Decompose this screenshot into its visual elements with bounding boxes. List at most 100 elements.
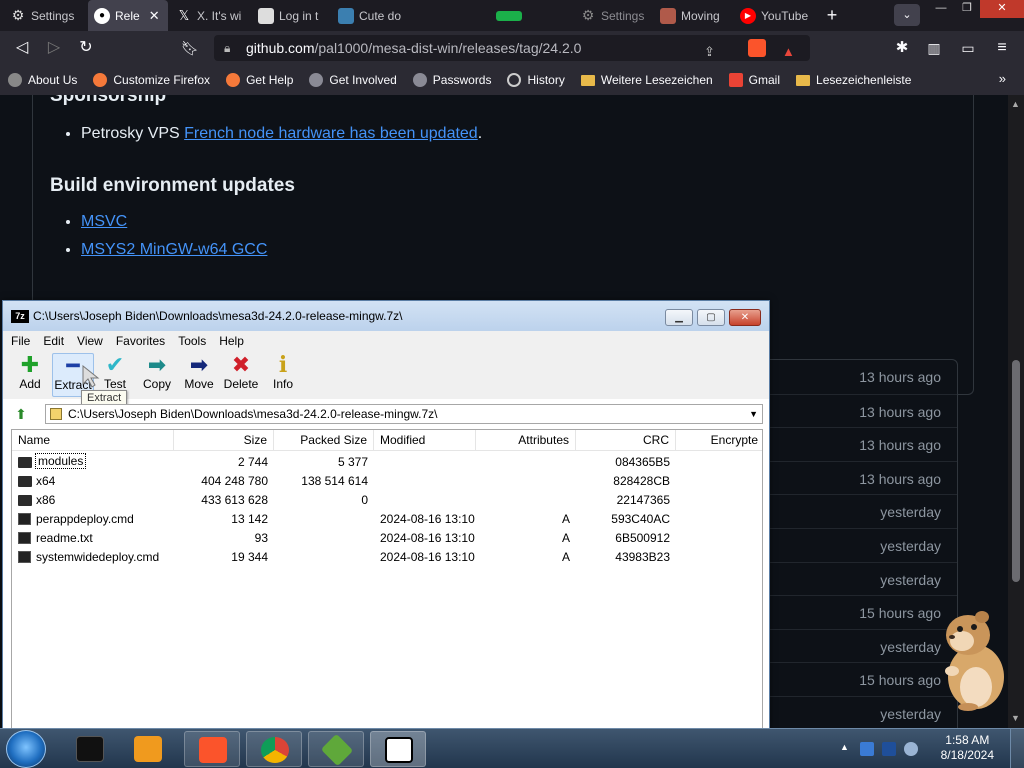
bookmark-about-us[interactable]: About Us — [8, 73, 77, 87]
file-row[interactable]: readme.txt 93 2024-08-16 13:10 A 6B50091… — [12, 529, 762, 548]
scroll-down-icon[interactable]: ▼ — [1011, 713, 1020, 723]
brave-rewards-icon[interactable]: ▲ — [782, 39, 795, 65]
menu-tools[interactable]: Tools — [178, 334, 206, 348]
menu-favorites[interactable]: Favorites — [116, 334, 165, 348]
maximize-button[interactable]: ▢ — [697, 309, 725, 326]
list-all-tabs-button[interactable]: ⌄ — [894, 4, 920, 26]
taskbar-app-minecraft[interactable] — [308, 731, 364, 767]
column-encrypted[interactable]: Encrypte — [676, 430, 762, 450]
menu-icon[interactable]: ≡ — [990, 36, 1014, 60]
taskbar-app-media-player[interactable] — [120, 731, 176, 767]
sponsor-link[interactable]: French node hardware has been updated — [184, 125, 478, 142]
tab-settings[interactable]: ⚙ Settings — [4, 0, 86, 31]
action-center-icon[interactable] — [882, 742, 896, 756]
show-hidden-icons-icon[interactable]: ▲ — [840, 742, 854, 756]
bookmark-get-involved[interactable]: Get Involved — [309, 73, 397, 87]
column-size[interactable]: Size — [174, 430, 274, 450]
wallet-icon[interactable]: ▭ — [956, 36, 980, 60]
menu-help[interactable]: Help — [219, 334, 244, 348]
brave-shield-icon[interactable] — [748, 39, 766, 57]
file-row[interactable]: x64 404 248 780 138 514 614 828428CB — [12, 472, 762, 491]
msvc-link[interactable]: MSVC — [81, 213, 127, 230]
taskbar-app-chrome[interactable] — [246, 731, 302, 767]
reload-button[interactable]: ↻ — [74, 36, 98, 60]
chevron-down-icon[interactable]: ▼ — [749, 405, 758, 423]
folder-icon — [18, 457, 32, 468]
bookmark-lesezeichenleiste[interactable]: Lesezeichenleiste — [796, 73, 911, 87]
file-row[interactable]: perappdeploy.cmd 13 142 2024-08-16 13:10… — [12, 510, 762, 529]
minimize-button[interactable]: ▁ — [665, 309, 693, 326]
clock[interactable]: 1:58 AM 8/18/2024 — [941, 733, 994, 763]
url-host: github.com — [246, 40, 315, 56]
delete-button[interactable]: ✖ Delete — [220, 353, 262, 397]
column-name[interactable]: Name — [12, 430, 174, 450]
msys2-link[interactable]: MSYS2 MinGW-w64 GCC — [81, 241, 267, 258]
tab-loading[interactable] — [490, 0, 550, 31]
page-scrollbar[interactable]: ▲ ▼ — [1008, 95, 1024, 728]
info-button[interactable]: i Info — [262, 353, 304, 397]
taskbar-app-explorer[interactable] — [62, 731, 118, 767]
add-button[interactable]: ✚ Add — [9, 353, 51, 397]
tab-x[interactable]: 𝕏 X. It's wi — [170, 0, 250, 31]
file-row[interactable]: x86 433 613 628 0 22147365 — [12, 491, 762, 510]
asset-timestamp: 15 hours ago — [859, 672, 941, 689]
sidebar-icon[interactable]: ▥ — [922, 36, 946, 60]
menu-edit[interactable]: Edit — [43, 334, 64, 348]
network-icon[interactable] — [860, 742, 874, 756]
path-field[interactable]: C:\Users\Joseph Biden\Downloads\mesa3d-2… — [45, 404, 763, 424]
more-bookmarks-icon[interactable]: » — [999, 71, 1006, 86]
close-window-icon[interactable]: ✕ — [980, 0, 1024, 18]
7zip-icon — [385, 737, 413, 763]
restore-icon[interactable]: ❐ — [954, 0, 980, 18]
extensions-icon[interactable]: ✱ — [890, 36, 914, 60]
bookmark-weitere-lesezeichen[interactable]: Weitere Lesezeichen — [580, 73, 713, 87]
bookmark-gmail[interactable]: Gmail — [728, 73, 780, 87]
new-tab-button[interactable]: + — [820, 4, 844, 26]
bookmark-passwords[interactable]: Passwords — [412, 73, 491, 87]
window-title-bar[interactable]: 7z C:\Users\Joseph Biden\Downloads\mesa3… — [3, 301, 769, 331]
move-icon: ➡ — [189, 352, 209, 377]
copy-button[interactable]: ➡ Copy — [136, 353, 178, 397]
file-size: 19 344 — [231, 550, 268, 564]
column-modified[interactable]: Modified — [374, 430, 476, 450]
tab-label: Settings — [31, 8, 75, 23]
taskbar-app-7zip[interactable] — [370, 731, 426, 767]
tab-settings-2[interactable]: ⚙ Settings — [574, 0, 650, 31]
forward-button[interactable]: ▷ — [42, 36, 66, 60]
column-attributes[interactable]: Attributes — [476, 430, 576, 450]
tab-cute-do[interactable]: Cute do — [332, 0, 412, 31]
tab-youtube[interactable]: ▶ YouTube — [734, 0, 816, 31]
menu-file[interactable]: File — [11, 334, 30, 348]
volume-icon[interactable] — [904, 742, 918, 756]
folder-up-icon[interactable]: ⬆ — [11, 405, 31, 423]
close-button[interactable]: ✕ — [729, 309, 761, 326]
back-button[interactable]: ◁ — [10, 36, 34, 60]
explorer-icon — [76, 736, 104, 762]
url-bar[interactable]: 🔒︎ github.com/pal1000/mesa-dist-win/rele… — [214, 35, 810, 61]
login-icon — [258, 7, 274, 24]
asset-timestamp: 13 hours ago — [859, 470, 941, 487]
file-row[interactable]: systemwidedeploy.cmd 19 344 2024-08-16 1… — [12, 548, 762, 567]
minimize-icon[interactable]: — — [928, 0, 954, 18]
file-row[interactable]: modules 2 744 5 377 084365B5 — [12, 453, 762, 472]
tab-moving[interactable]: Moving — [654, 0, 730, 31]
bookmark-label: Lesezeichenleiste — [816, 73, 912, 87]
taskbar-app-brave[interactable] — [184, 731, 240, 767]
column-packed-size[interactable]: Packed Size — [274, 430, 374, 450]
scroll-thumb[interactable] — [1012, 360, 1020, 582]
tab-github-release[interactable]: ● Rele ✕ — [88, 0, 168, 31]
close-tab-icon[interactable]: ✕ — [149, 8, 160, 24]
bookmark-customize-firefox[interactable]: Customize Firefox — [93, 73, 210, 87]
menu-view[interactable]: View — [77, 334, 103, 348]
tab-login[interactable]: Log in t — [252, 0, 330, 31]
image-icon — [338, 7, 354, 24]
share-icon[interactable]: ⇪ — [704, 39, 715, 65]
start-button[interactable] — [6, 730, 46, 768]
bookmark-get-help[interactable]: Get Help — [226, 73, 293, 87]
move-button[interactable]: ➡ Move — [178, 353, 220, 397]
bookmark-page-icon[interactable]: 🔖︎ — [178, 36, 202, 60]
show-desktop-button[interactable] — [1010, 729, 1024, 768]
column-crc[interactable]: CRC — [576, 430, 676, 450]
bookmark-history[interactable]: History — [507, 73, 565, 87]
scroll-up-icon[interactable]: ▲ — [1011, 99, 1020, 109]
